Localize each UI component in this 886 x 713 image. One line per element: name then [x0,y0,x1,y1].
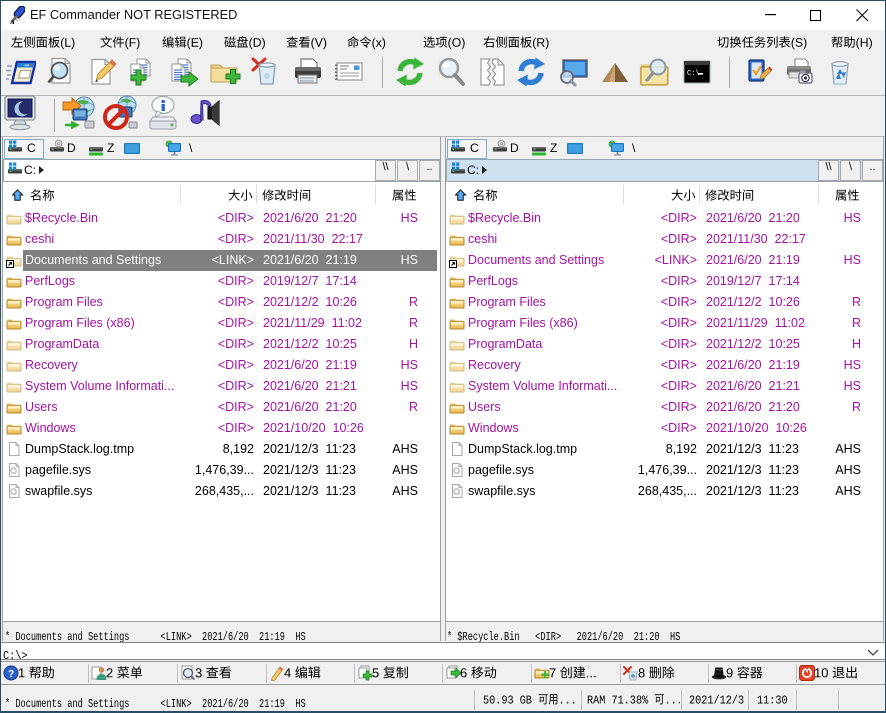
svg-text:?: ? [8,669,14,680]
svg-text:C:\: C:\ [687,70,700,78]
